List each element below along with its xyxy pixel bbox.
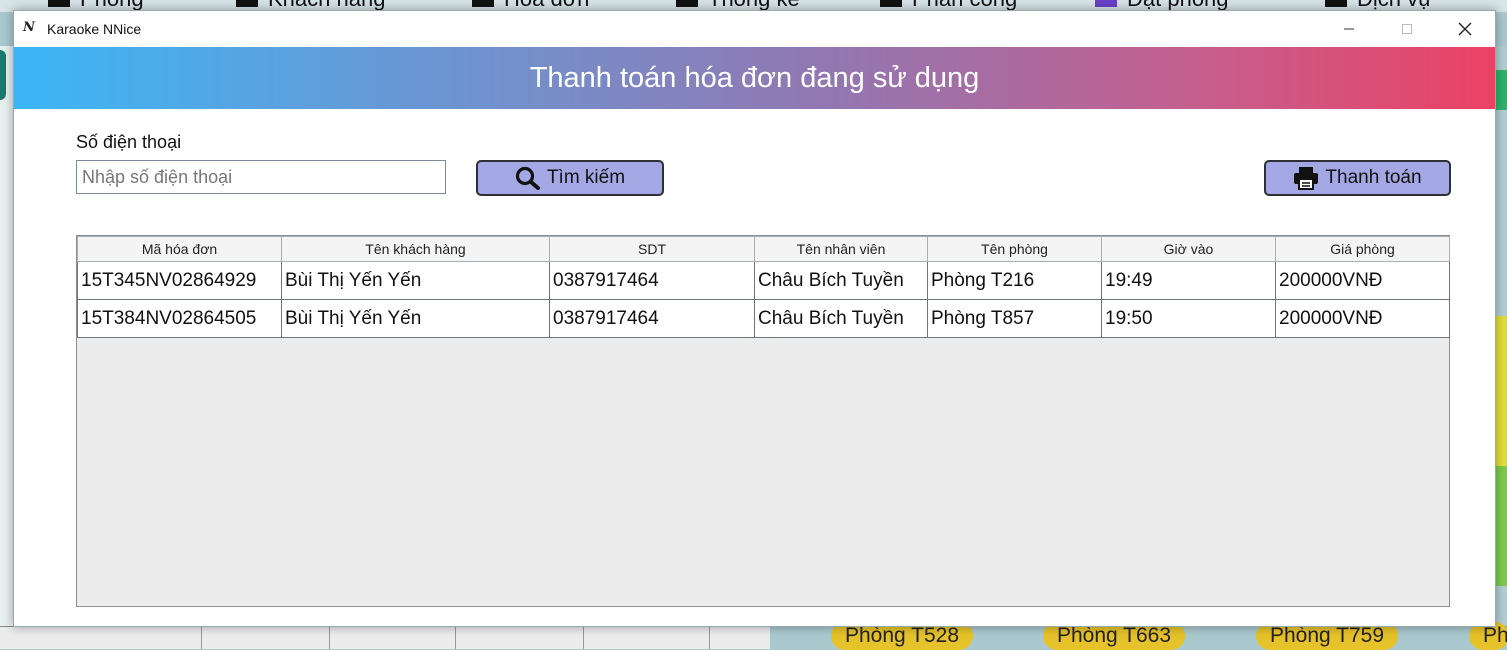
table-header-row: Mã hóa đơn Tên khách hàng SDT Tên nhân v… bbox=[77, 236, 1450, 262]
phone-label: Số điện thoại bbox=[76, 132, 182, 152]
column-header-room-price[interactable]: Giá phòng bbox=[1275, 236, 1450, 262]
close-button[interactable] bbox=[1436, 11, 1494, 47]
cell-room-name: Phòng T857 bbox=[927, 299, 1102, 338]
header-banner: Thanh toán hóa đơn đang sử dụng bbox=[14, 47, 1495, 109]
background-right-card bbox=[1496, 466, 1507, 586]
background-left-accent bbox=[0, 50, 6, 100]
cell-invoice-id: 15T345NV02864929 bbox=[77, 261, 282, 300]
list-icon bbox=[880, 0, 902, 7]
background-left-panel bbox=[0, 46, 14, 648]
column-header-room-name[interactable]: Tên phòng bbox=[927, 236, 1102, 262]
pay-button[interactable]: Thanh toán bbox=[1264, 160, 1451, 196]
cell-staff-name: Châu Bích Tuyền bbox=[754, 261, 928, 300]
cell-room-price: 200000VNĐ bbox=[1275, 299, 1450, 338]
maximize-icon bbox=[1402, 24, 1412, 34]
services-icon bbox=[1325, 0, 1347, 7]
column-header-invoice-id[interactable]: Mã hóa đơn bbox=[77, 236, 282, 262]
room-icon bbox=[48, 0, 70, 7]
cell-customer-name: Bùi Thị Yến Yến bbox=[281, 299, 550, 338]
maximize-button[interactable] bbox=[1378, 11, 1436, 47]
cell-phone: 0387917464 bbox=[549, 299, 755, 338]
printer-icon bbox=[1294, 167, 1319, 190]
background-right-accent bbox=[1496, 70, 1507, 110]
table-row[interactable]: 15T384NV02864505 Bùi Thị Yến Yến 0387917… bbox=[77, 299, 1450, 338]
column-header-staff-name[interactable]: Tên nhân viên bbox=[754, 236, 928, 262]
invoice-icon bbox=[472, 0, 494, 7]
column-header-check-in[interactable]: Giờ vào bbox=[1101, 236, 1276, 262]
cell-check-in: 19:49 bbox=[1101, 261, 1276, 300]
payment-dialog: N Karaoke NNice Thanh toán hóa đơn đang … bbox=[13, 10, 1496, 627]
page-title: Thanh toán hóa đơn đang sử dụng bbox=[529, 61, 980, 94]
invoice-table: Mã hóa đơn Tên khách hàng SDT Tên nhân v… bbox=[76, 235, 1450, 607]
search-button[interactable]: Tìm kiếm bbox=[476, 160, 664, 196]
close-icon bbox=[1458, 22, 1472, 36]
phone-search-input[interactable] bbox=[76, 160, 446, 194]
search-icon bbox=[515, 166, 540, 190]
booking-icon bbox=[1095, 0, 1117, 7]
search-button-label: Tìm kiếm bbox=[546, 167, 626, 188]
cell-staff-name: Châu Bích Tuyền bbox=[754, 299, 928, 338]
cell-customer-name: Bùi Thị Yến Yến bbox=[281, 261, 550, 300]
cell-invoice-id: 15T384NV02864505 bbox=[77, 299, 282, 338]
cell-room-name: Phòng T216 bbox=[927, 261, 1102, 300]
cell-check-in: 19:50 bbox=[1101, 299, 1276, 338]
minimize-icon bbox=[1344, 28, 1354, 30]
table-row[interactable]: 15T345NV02864929 Bùi Thị Yến Yến 0387917… bbox=[77, 261, 1450, 300]
cell-room-price: 200000VNĐ bbox=[1275, 261, 1450, 300]
cell-phone: 0387917464 bbox=[549, 261, 755, 300]
app-logo-icon: N bbox=[23, 20, 35, 35]
window-title: Karaoke NNice bbox=[47, 21, 142, 37]
chart-icon bbox=[676, 0, 698, 7]
column-header-phone[interactable]: SDT bbox=[549, 236, 755, 262]
minimize-button[interactable] bbox=[1320, 11, 1378, 47]
column-header-customer-name[interactable]: Tên khách hàng bbox=[281, 236, 550, 262]
pay-button-label: Thanh toán bbox=[1325, 167, 1422, 188]
background-right-card bbox=[1496, 316, 1507, 466]
background-bottom-table bbox=[0, 626, 770, 649]
customers-icon bbox=[236, 0, 258, 7]
window-titlebar: N Karaoke NNice bbox=[14, 11, 1495, 47]
